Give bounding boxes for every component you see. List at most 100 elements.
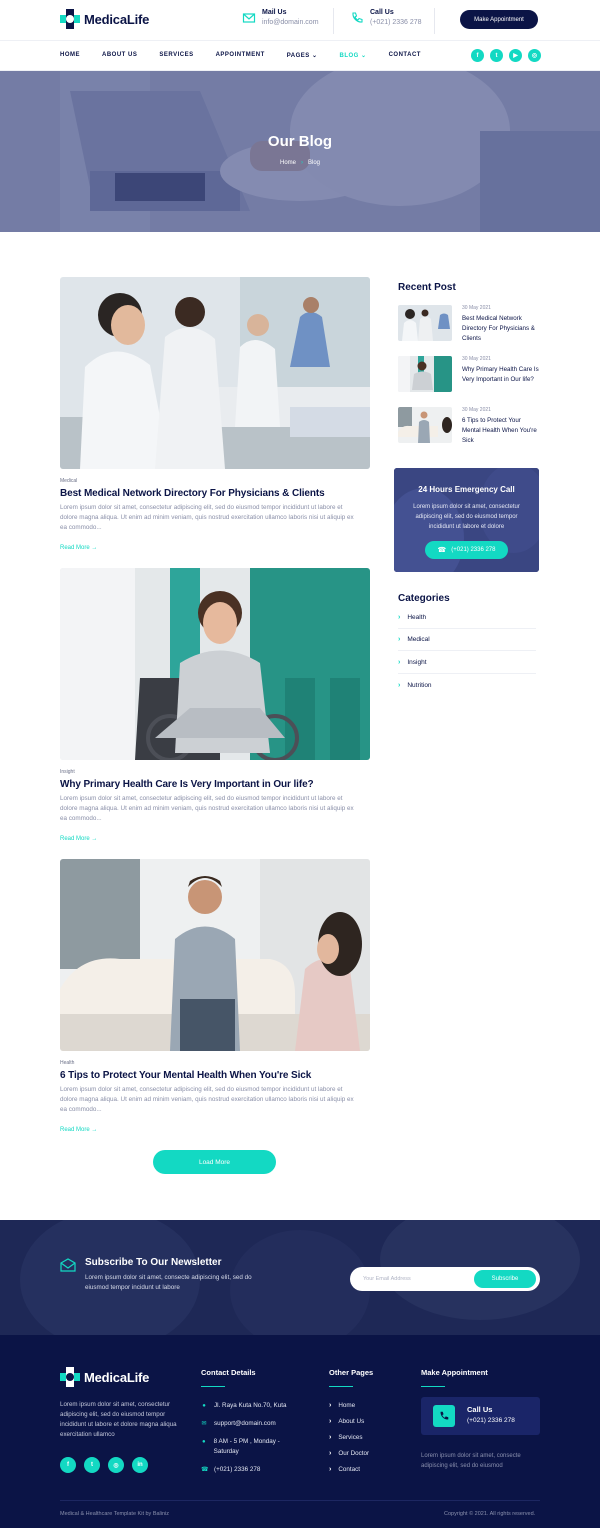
post-category[interactable]: Insight: [60, 769, 370, 775]
emergency-text: Lorem ipsum dolor sit amet, consectetur …: [413, 504, 520, 530]
post-image-graphic: [60, 568, 370, 760]
recent-post-title-link[interactable]: 6 Tips to Protect Your Mental Health Whe…: [462, 416, 540, 446]
footer-call-number: (+021) 2336 278: [467, 1417, 515, 1424]
nav-pages-label: PAGES: [286, 53, 310, 59]
footer-phone[interactable]: ☎ (+021) 2336 278: [201, 1465, 301, 1475]
footer-phone-text: (+021) 2336 278: [214, 1466, 261, 1473]
footer-link-services[interactable]: › Services: [329, 1433, 369, 1443]
recent-thumb-graphic: [398, 407, 452, 443]
post-excerpt: Lorem ipsum dolor sit amet, consectetur …: [60, 504, 354, 531]
facebook-icon[interactable]: f: [60, 1457, 76, 1473]
logo[interactable]: MedicaLife: [60, 9, 149, 29]
post-title[interactable]: Why Primary Health Care Is Very Importan…: [60, 779, 370, 790]
post-image[interactable]: [60, 568, 370, 760]
footer-copyright: Copyright © 2021. All rights reserved.: [444, 1511, 536, 1517]
post-title[interactable]: Best Medical Network Directory For Physi…: [60, 488, 370, 499]
load-more-button[interactable]: Load More: [153, 1150, 276, 1174]
call-value[interactable]: (+021) 2336 278: [370, 19, 422, 26]
nav-appointment[interactable]: APPOINTMENT: [216, 52, 265, 59]
footer-hours: ● 8 AM - 5 PM , Monday - Saturday: [201, 1437, 301, 1457]
newsletter-email-input[interactable]: Your Email Address: [363, 1267, 411, 1291]
footer-heading-underline: [201, 1386, 225, 1387]
footer-contact-list: ● Jl. Raya Kuta No.70, Kuta ✉ support@doma…: [201, 1401, 301, 1475]
footer-link-home[interactable]: › Home: [329, 1401, 369, 1411]
twitter-icon[interactable]: t: [490, 49, 503, 62]
mail-value[interactable]: info@domain.com: [262, 19, 319, 26]
read-more-link[interactable]: Read More →: [60, 836, 370, 842]
recent-thumb-graphic: [398, 305, 452, 341]
emergency-call-button[interactable]: ☎ (+021) 2336 278: [425, 541, 508, 559]
nav-blog[interactable]: BLOG ⌄: [340, 52, 367, 59]
emergency-call-card: 24 Hours Emergency Call Lorem ipsum dolo…: [394, 468, 539, 572]
youtube-icon[interactable]: ▶: [509, 49, 522, 62]
nav-about-us[interactable]: ABOUT US: [102, 52, 137, 59]
phone-icon: [352, 12, 363, 23]
linkedin-icon[interactable]: in: [132, 1457, 148, 1473]
header-socials: f t ▶ ◎: [471, 49, 547, 62]
footer-email[interactable]: ✉ support@domain.com: [201, 1419, 301, 1429]
location-pin-icon: ●: [202, 1403, 206, 1409]
make-appointment-button[interactable]: Make Appointment: [460, 10, 538, 29]
instagram-icon[interactable]: ◎: [528, 49, 541, 62]
nav-pages[interactable]: PAGES ⌄: [287, 52, 318, 59]
header-divider: [434, 8, 435, 34]
recent-post-thumbnail[interactable]: [398, 356, 452, 392]
phone-icon: ☎: [201, 1467, 209, 1473]
read-more-link[interactable]: Read More →: [60, 545, 370, 551]
footer-divider: [60, 1500, 540, 1501]
footer-heading-underline: [421, 1386, 445, 1387]
category-label: Medical: [407, 636, 430, 643]
chevron-right-icon: ›: [398, 636, 401, 643]
post-image-graphic: [60, 277, 370, 469]
post-category[interactable]: Health: [60, 1060, 370, 1066]
footer-logo[interactable]: MedicaLife: [60, 1367, 149, 1387]
blog-post: Insight Why Primary Health Care Is Very …: [60, 568, 370, 842]
newsletter-title: Subscribe To Our Newsletter: [85, 1257, 222, 1268]
chevron-down-icon: ⌄: [311, 53, 318, 59]
facebook-icon[interactable]: f: [471, 49, 484, 62]
recent-post-title-link[interactable]: Why Primary Health Care Is Very Importan…: [462, 365, 540, 385]
breadcrumb-home[interactable]: Home: [280, 160, 296, 166]
nav-services[interactable]: SERVICES: [159, 52, 193, 59]
post-image[interactable]: [60, 859, 370, 1051]
twitter-icon[interactable]: t: [84, 1457, 100, 1473]
post-image[interactable]: [60, 277, 370, 469]
recent-post-item[interactable]: 30 May 2021 Best Medical Network Directo…: [398, 305, 540, 344]
chevron-right-icon: ›: [398, 614, 401, 621]
read-more-link[interactable]: Read More →: [60, 1127, 370, 1133]
recent-post-item[interactable]: 30 May 2021 6 Tips to Protect Your Menta…: [398, 407, 540, 446]
footer-call-label: Call Us: [467, 1405, 493, 1414]
recent-thumb-graphic: [398, 356, 452, 392]
footer-heading-underline: [329, 1386, 353, 1387]
phone-glyph: [440, 1411, 449, 1420]
post-category[interactable]: Medical: [60, 478, 370, 484]
nav-home[interactable]: HOME: [60, 52, 80, 59]
footer-call-card[interactable]: Call Us (+021) 2336 278: [421, 1397, 540, 1435]
clock-icon: ●: [202, 1439, 206, 1445]
footer-socials: f t ◎ in: [60, 1457, 156, 1473]
subscribe-button[interactable]: Subscribe: [474, 1270, 536, 1288]
category-item-nutrition[interactable]: › Nutrition: [398, 674, 536, 696]
recent-post-item[interactable]: 30 May 2021 Why Primary Health Care Is V…: [398, 356, 540, 392]
top-bar: MedicaLife Mail Us info@domain.com Call …: [0, 0, 600, 40]
category-item-health[interactable]: › Health: [398, 607, 536, 629]
recent-post-thumbnail[interactable]: [398, 407, 452, 443]
mail-label: Mail Us: [262, 9, 287, 16]
category-item-insight[interactable]: › Insight: [398, 652, 536, 674]
recent-post-title-link[interactable]: Best Medical Network Directory For Physi…: [462, 314, 540, 344]
breadcrumb-separator: ›: [301, 160, 303, 166]
instagram-icon[interactable]: ◎: [108, 1457, 124, 1473]
footer-link-our-doctor[interactable]: › Our Doctor: [329, 1449, 369, 1459]
post-title[interactable]: 6 Tips to Protect Your Mental Health Whe…: [60, 1070, 370, 1081]
category-item-medical[interactable]: › Medical: [398, 629, 536, 651]
call-label: Call Us: [370, 9, 394, 16]
footer-link-about-us[interactable]: › About Us: [329, 1417, 369, 1427]
footer-appointment-title: Make Appointment: [421, 1368, 488, 1377]
nav-contact[interactable]: CONTACT: [389, 52, 421, 59]
footer-about-text: Lorem ipsum dolor sit amet, consectetur …: [60, 1401, 177, 1438]
recent-post-thumbnail[interactable]: [398, 305, 452, 341]
footer-link-contact[interactable]: › Contact: [329, 1465, 369, 1475]
categories-title: Categories: [398, 593, 450, 604]
logo-text: MedicaLife: [84, 11, 150, 27]
recent-post-date: 30 May 2021: [462, 305, 491, 311]
